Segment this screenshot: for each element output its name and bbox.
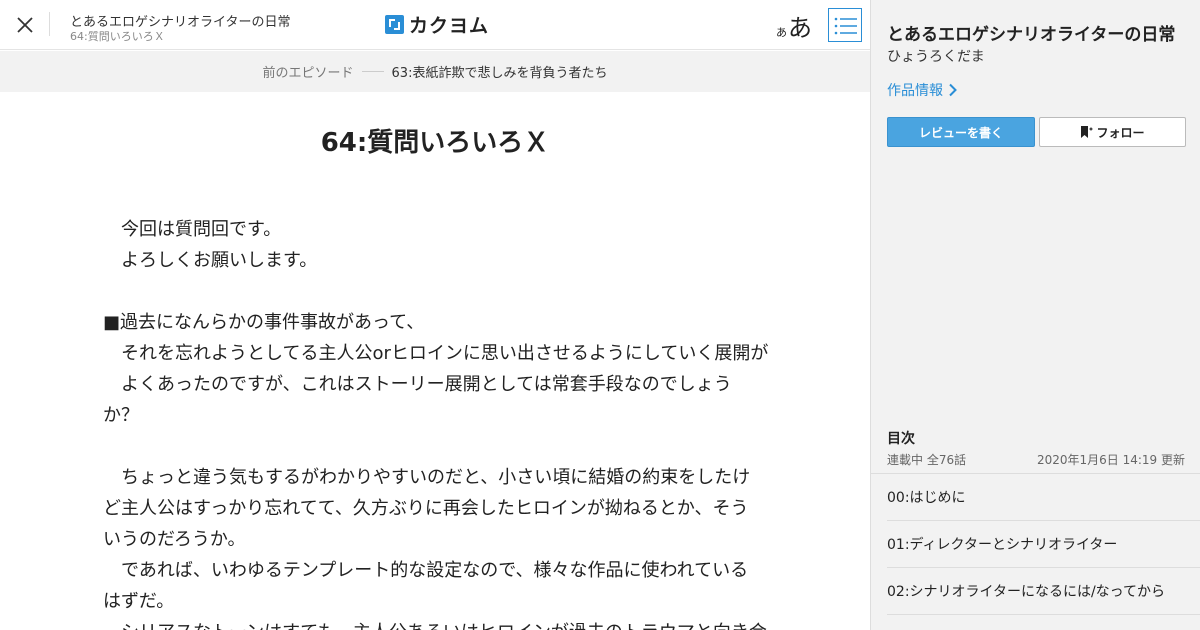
header-divider (49, 12, 50, 36)
write-review-button[interactable]: レビューを書く (887, 117, 1035, 147)
body-line: よろしくお願いします。 (103, 250, 318, 271)
body-line: か？ (103, 405, 139, 426)
close-icon (17, 17, 33, 33)
toc-item[interactable]: 01:ディレクターとシナリオライター (887, 521, 1200, 568)
body-line (103, 276, 775, 307)
font-size-button[interactable]: あ あ (776, 8, 812, 42)
body-line: ちょっと違う気もするがわかりやすいのだと、小さい頃に結婚の約束をしたけ (103, 467, 751, 488)
body-line: はずだ。 (103, 591, 175, 612)
toc-updated: 2020年1月6日 14:19 更新 (1036, 453, 1185, 467)
toc-item[interactable]: 02:シナリオライターになるには/なってから (887, 568, 1200, 615)
previous-episode-label: 前のエピソード (262, 66, 354, 81)
toc-heading: 目次 (887, 431, 915, 447)
reader-header: とあるエロゲシナリオライターの日常 64:質問いろいろＸ カクヨム あ あ (0, 0, 870, 50)
bookmark-plus-icon (1081, 126, 1093, 138)
work-sidebar: とあるエロゲシナリオライターの日常 ひょうろくだま 作品情報 レビューを書く フ… (870, 0, 1200, 630)
body-line: いうのだろうか。 (103, 529, 246, 550)
sidebar-work-title[interactable]: とあるエロゲシナリオライターの日常 (887, 20, 1175, 45)
toc-list: 00:はじめに 01:ディレクターとシナリオライター 02:シナリオライターにな… (871, 473, 1200, 615)
font-size-small-glyph: あ (776, 26, 787, 39)
body-line: それを忘れようとしてる主人公orヒロインに思い出させるようにしていく展開が (103, 343, 769, 364)
body-line (103, 431, 775, 462)
body-line: シリアスなトーンはすても、主人公あるいはヒロインが過去のトラウマと向き合 (103, 617, 775, 630)
close-button[interactable] (10, 10, 40, 40)
toc-toggle-button[interactable] (828, 8, 862, 42)
font-size-large-glyph: あ (788, 14, 812, 42)
previous-episode-separator (361, 71, 384, 72)
chevron-right-icon (949, 83, 957, 97)
logo-mark-icon (385, 14, 404, 34)
follow-button[interactable]: フォロー (1039, 117, 1186, 147)
body-line: ■過去になんらかの事件事故があって、 (103, 312, 425, 333)
reader-pane: とあるエロゲシナリオライターの日常 64:質問いろいろＸ カクヨム あ あ 前の… (0, 0, 870, 630)
body-line: 今回は質問回です。 (103, 219, 282, 240)
sidebar-author[interactable]: ひょうろくだま (887, 46, 985, 66)
previous-episode-link[interactable]: 63:表紙詐欺で悲しみを背負う者たち (392, 62, 608, 81)
work-info-label: 作品情報 (887, 83, 943, 99)
toc-item[interactable]: 00:はじめに (887, 474, 1200, 521)
body-line: よくあったのですが、これはストーリー展開としては常套手段なのでしょう (103, 374, 732, 395)
previous-episode-bar: 前のエピソード 63:表紙詐欺で悲しみを背負う者たち (0, 51, 870, 92)
kakuyomu-logo[interactable]: カクヨム (385, 12, 490, 37)
logo-text: カクヨム (409, 14, 490, 37)
body-line: ど主人公はすっかり忘れてて、久方ぶりに再会したヒロインが拗ねるとか、そう (103, 498, 749, 519)
work-info-link[interactable]: 作品情報 (887, 80, 957, 100)
toc-status: 連載中 全76話 (887, 453, 967, 467)
list-icon (834, 17, 857, 35)
body-line: であれば、いわゆるテンプレート的な設定なので、様々な作品に使われている (103, 560, 749, 581)
header-episode-title: 64:質問いろいろＸ (70, 30, 165, 43)
episode-title: 64:質問いろいろＸ (320, 128, 550, 158)
episode-body: 今回は質問回です。 よろしくお願いします。 ■過去になんらかの事件事故があって、… (103, 214, 775, 630)
follow-button-label: フォロー (1096, 125, 1145, 140)
